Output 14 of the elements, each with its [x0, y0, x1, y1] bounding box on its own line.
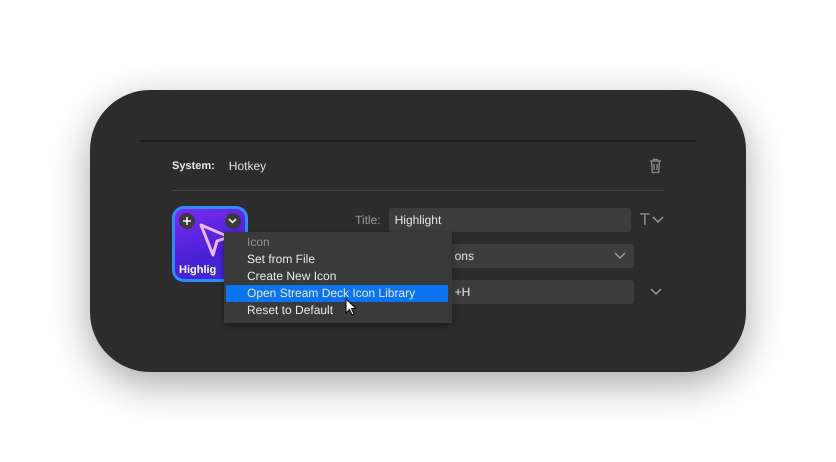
- chevron-down-icon[interactable]: [652, 216, 664, 224]
- mouse-pointer-icon: [345, 298, 357, 316]
- plus-icon[interactable]: [182, 216, 192, 226]
- chevron-down-icon[interactable]: [650, 288, 662, 296]
- title-input[interactable]: Highlight: [388, 208, 631, 232]
- trash-icon[interactable]: [649, 158, 662, 174]
- system-value: Hotkey: [228, 159, 268, 173]
- font-style-button[interactable]: T: [640, 210, 650, 230]
- title-label: Title:: [354, 213, 382, 227]
- key-caption: Highlig: [179, 264, 216, 276]
- menu-heading: Icon: [246, 234, 271, 251]
- menu-item[interactable]: Open Stream Deck Icon Library: [226, 285, 448, 302]
- menu-item[interactable]: Reset to Default: [226, 302, 448, 319]
- system-label: System:: [172, 160, 215, 172]
